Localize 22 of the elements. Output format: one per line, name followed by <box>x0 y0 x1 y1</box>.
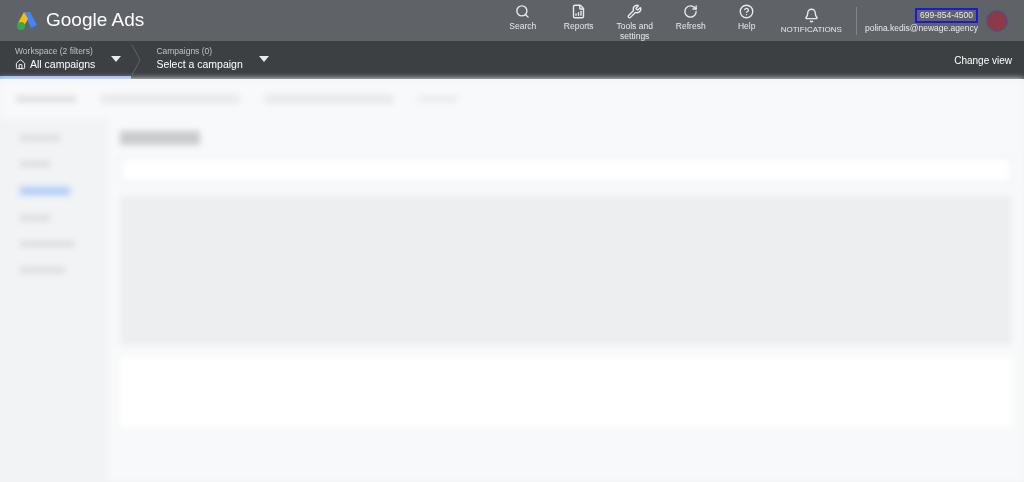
avatar[interactable] <box>986 9 1008 32</box>
caret-icon <box>258 55 269 62</box>
account-email: polina.kedis@newage.agency <box>864 22 978 34</box>
refresh-icon <box>683 4 699 19</box>
header-action-button[interactable]: Reports <box>550 4 607 42</box>
help-icon <box>739 4 755 19</box>
wrench-icon <box>627 4 643 19</box>
header-action-button[interactable]: Tools and settings <box>606 4 663 42</box>
product-name: Google Ads <box>46 8 145 33</box>
header-action-button[interactable]: Search <box>494 4 551 42</box>
change-view-button[interactable]: Change view <box>954 41 1024 79</box>
chart-icon <box>571 4 587 19</box>
caret-icon <box>111 55 122 62</box>
header-action-button[interactable]: Help <box>718 4 775 42</box>
scope-selector[interactable]: Campaigns (0) Select a campaign <box>141 41 279 79</box>
home-icon <box>15 58 26 70</box>
header-action-button[interactable]: NOTIFICATIONS <box>774 4 848 42</box>
ads-logo-icon <box>16 10 38 31</box>
search-icon <box>515 4 531 19</box>
bell-icon <box>803 8 819 23</box>
customer-id[interactable]: 699-854-4500 <box>915 7 978 23</box>
header-action-button[interactable]: Refresh <box>662 4 719 42</box>
